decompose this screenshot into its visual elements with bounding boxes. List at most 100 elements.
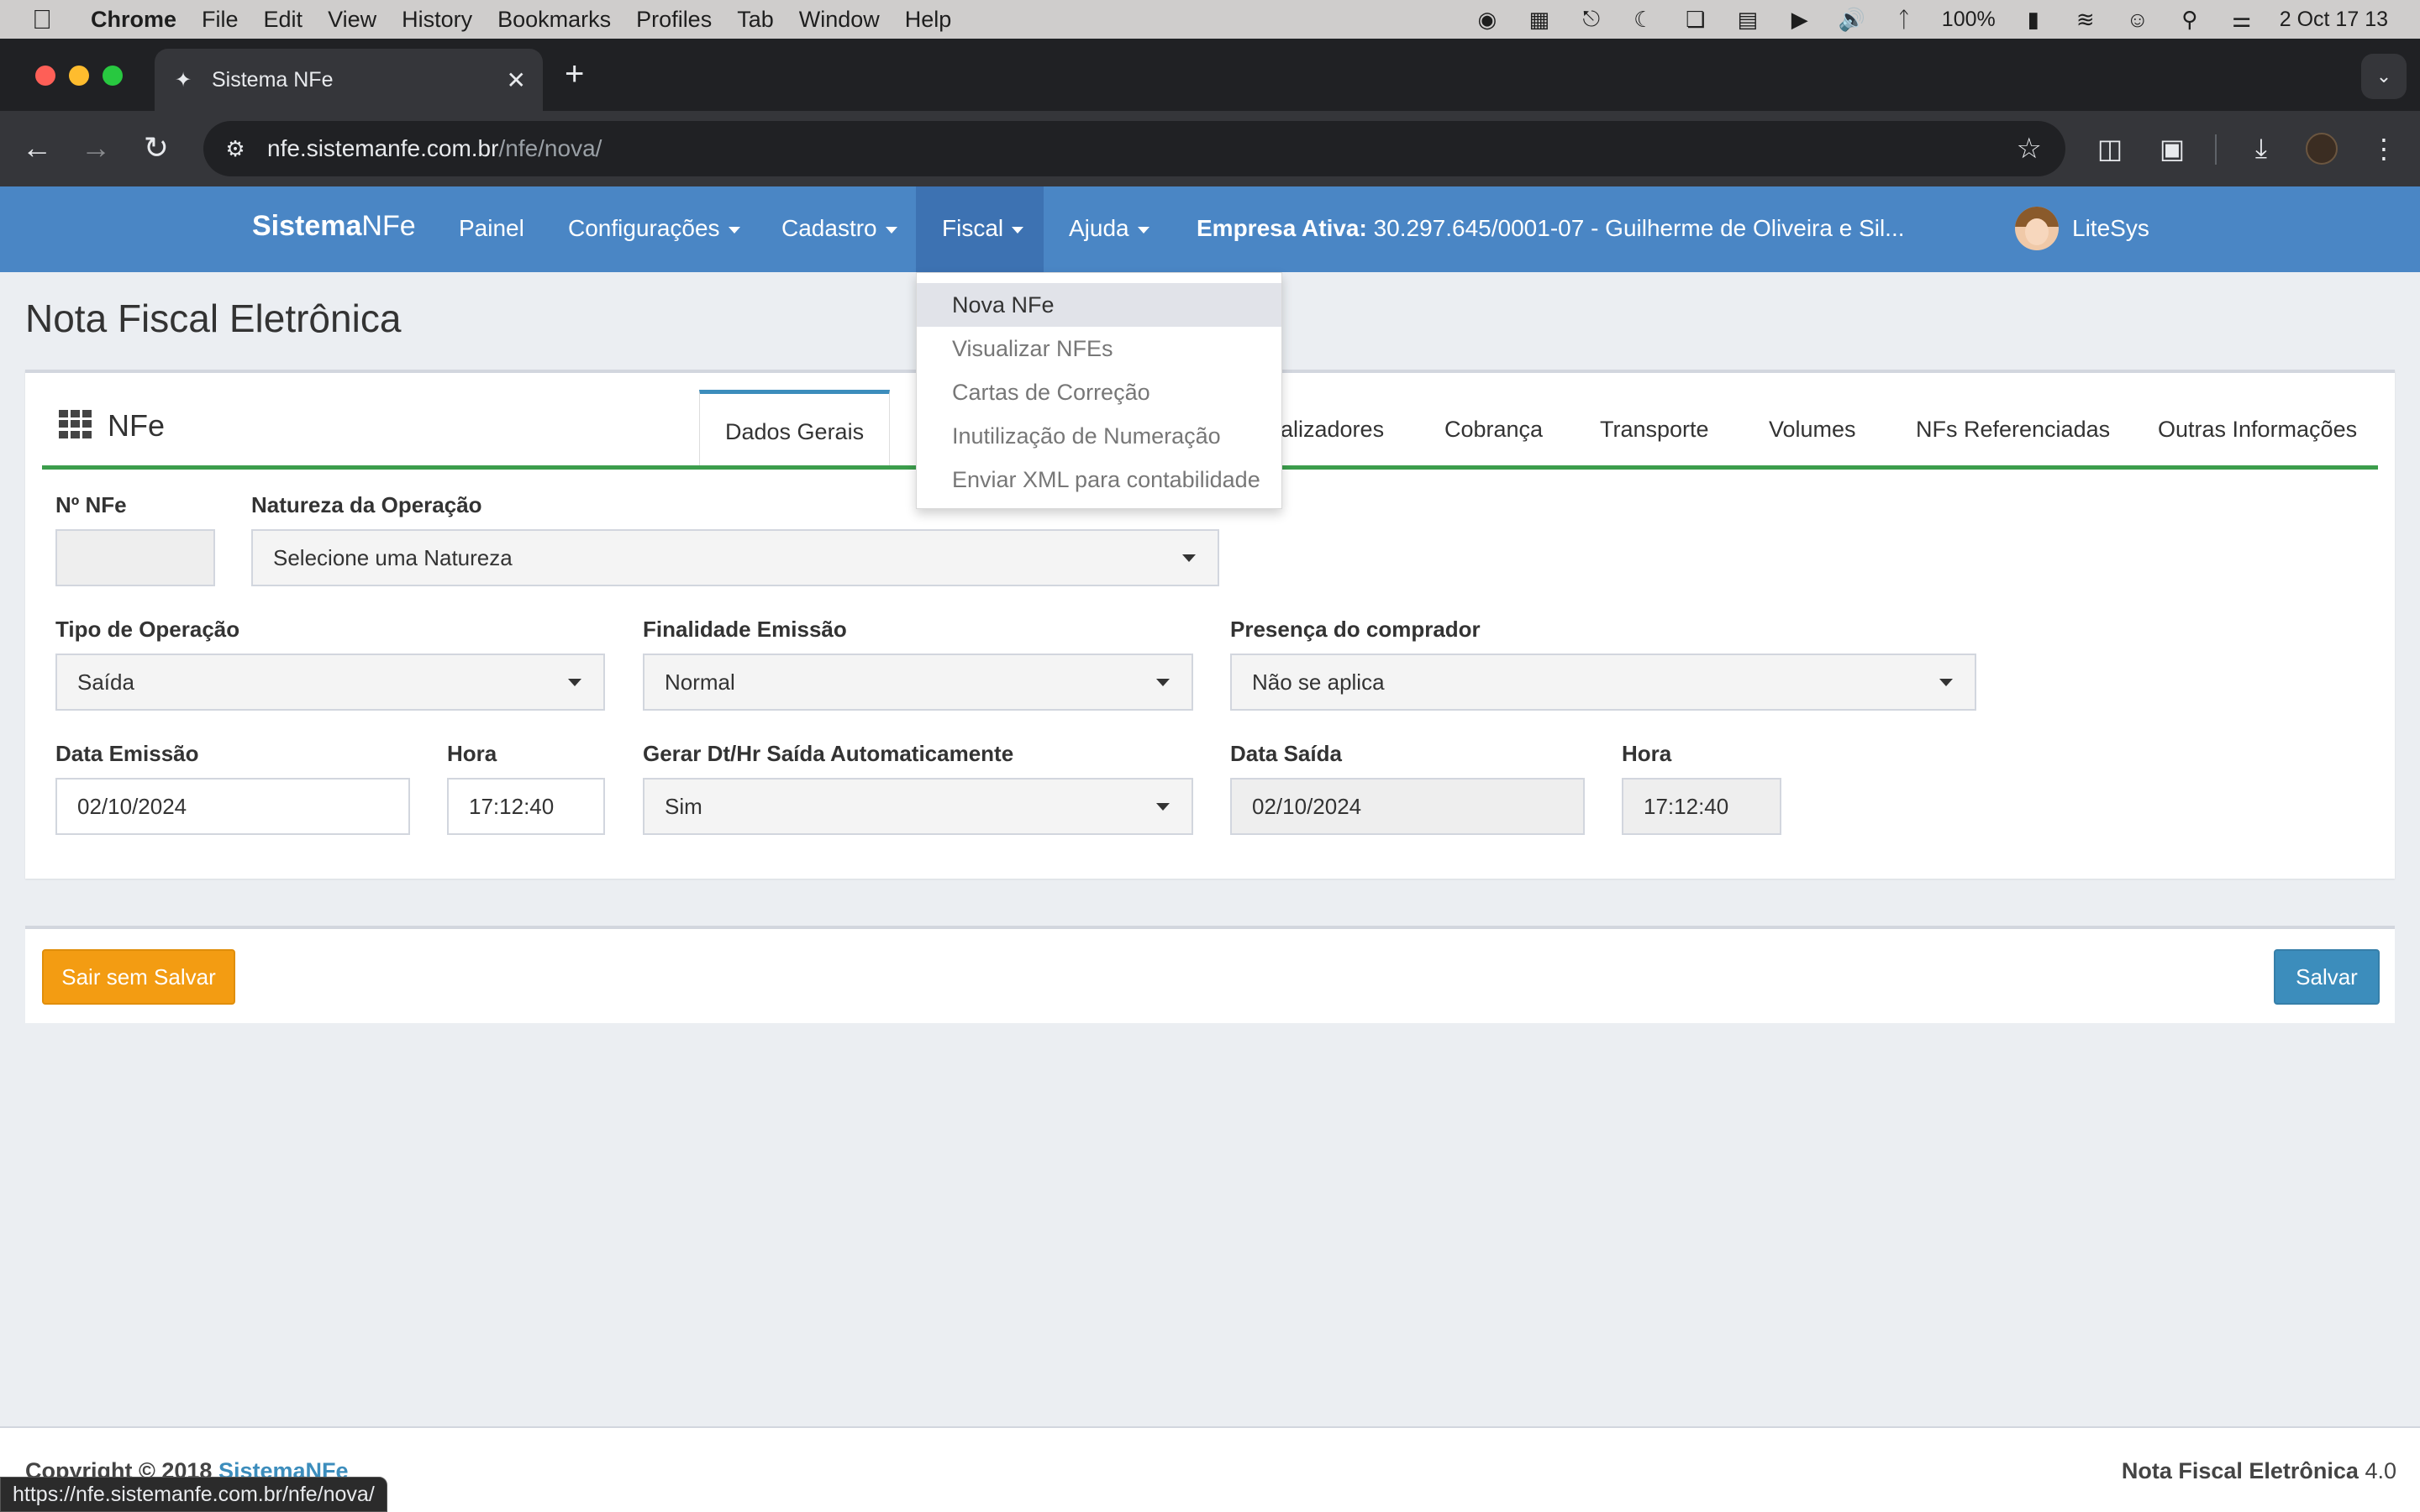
gerar-auto-label: Gerar Dt/Hr Saída Automaticamente	[643, 741, 1014, 766]
save-button[interactable]: Salvar	[2274, 949, 2380, 1005]
menu-tab[interactable]: Tab	[737, 7, 774, 33]
translate-icon[interactable]: ◫	[2091, 129, 2129, 168]
bookmark-star-icon[interactable]: ☆	[2017, 132, 2042, 165]
url-host: nfe.sistemanfe.com.br	[267, 135, 499, 161]
tab-close-icon[interactable]: ✕	[507, 66, 526, 94]
menu-history[interactable]: History	[402, 7, 472, 33]
nav-fiscal[interactable]: Fiscal	[942, 215, 1024, 242]
reload-icon[interactable]: ↻	[134, 126, 178, 170]
data-emissao-input[interactable]: 02/10/2024	[55, 778, 410, 835]
avatar[interactable]	[2015, 207, 2059, 250]
product-version: Nota Fiscal Eletrônica 4.0	[2121, 1458, 2396, 1483]
browser-tab[interactable]: ✦ Sistema NFe ✕	[155, 49, 543, 111]
natureza-label: Natureza da Operação	[251, 492, 482, 517]
url-path: /nfe/nova/	[498, 135, 602, 161]
link-status-bar: https://nfe.sistemanfe.com.br/nfe/nova/	[0, 1477, 387, 1512]
natureza-select[interactable]: Selecione uma Natureza	[251, 529, 1219, 586]
app-navbar: SistemaNFe Painel Configurações Cadastro…	[0, 186, 2420, 272]
grid-icon	[59, 410, 92, 438]
browser-toolbar: ← → ↻ ⚙ nfe.sistemanfe.com.br/nfe/nova/ …	[0, 111, 2420, 186]
data-saida-input[interactable]: 02/10/2024	[1230, 778, 1585, 835]
close-window-button[interactable]	[35, 66, 55, 86]
menu-item-visualizar-nfes[interactable]: Visualizar NFEs	[917, 327, 1281, 370]
caret-down-icon	[1156, 803, 1170, 811]
nav-ajuda[interactable]: Ajuda	[1069, 215, 1150, 242]
active-company: Empresa Ativa: 30.297.645/0001-07 - Guil…	[1197, 215, 1905, 241]
moon-icon[interactable]: ☾	[1629, 7, 1658, 32]
brand-logo[interactable]: SistemaNFe	[252, 210, 416, 243]
chrome-menu-icon[interactable]: ⋮	[2365, 129, 2403, 168]
lock-icon[interactable]: ⎋	[1577, 6, 1606, 31]
gerar-auto-select[interactable]: Sim	[643, 778, 1193, 835]
windows-icon[interactable]: ❏	[1681, 7, 1710, 32]
page-title: Nota Fiscal Eletrônica	[25, 297, 402, 340]
menu-chrome[interactable]: Chrome	[91, 7, 176, 33]
menu-item-nova-nfe[interactable]: Nova NFe	[917, 283, 1281, 327]
spotlight-search-icon[interactable]: ⚲	[2175, 7, 2204, 32]
gerar-auto-value: Sim	[665, 793, 702, 819]
tab-search-icon[interactable]: ⌄	[2361, 54, 2407, 99]
toolbar-divider	[2215, 134, 2217, 165]
profile-avatar[interactable]	[2302, 129, 2341, 168]
caret-down-icon	[1156, 679, 1170, 686]
bluetooth-icon[interactable]: ᛏ	[1890, 7, 1918, 32]
tab-outras-informacoes[interactable]: Outras Informações	[2158, 417, 2357, 443]
menu-file[interactable]: File	[202, 7, 239, 33]
caret-down-icon	[568, 679, 581, 686]
menu-edit[interactable]: Edit	[264, 7, 303, 33]
site-info-icon[interactable]: ⚙	[220, 136, 250, 162]
display-icon[interactable]: ▤	[1733, 7, 1762, 32]
panel-title: NFe	[108, 408, 166, 443]
menu-view[interactable]: View	[328, 7, 376, 33]
tab-nfs-referenciadas[interactable]: NFs Referenciadas	[1916, 417, 2110, 443]
zoom-window-button[interactable]	[103, 66, 123, 86]
new-tab-icon[interactable]: +	[565, 55, 584, 93]
user-icon[interactable]: ☺	[2123, 7, 2152, 32]
download-icon[interactable]: ⤓	[2242, 129, 2281, 168]
menu-item-inutilizacao[interactable]: Inutilização de Numeração	[917, 414, 1281, 458]
tipo-operacao-select[interactable]: Saída	[55, 654, 605, 711]
caret-down-icon	[1137, 226, 1150, 234]
tab-transporte[interactable]: Transporte	[1600, 417, 1709, 443]
hora-emissao-input[interactable]: 17:12:40	[447, 778, 605, 835]
browser-tab-strip: ✦ Sistema NFe ✕ + ⌄	[0, 39, 2420, 111]
grammarly-icon[interactable]: ◉	[1473, 7, 1502, 32]
apple-icon[interactable]: 	[32, 4, 66, 35]
forward-icon[interactable]: →	[74, 126, 118, 170]
nav-cadastro[interactable]: Cadastro	[781, 215, 897, 242]
tab-totalizadores[interactable]: alizadores	[1281, 417, 1384, 443]
address-bar[interactable]: ⚙ nfe.sistemanfe.com.br/nfe/nova/ ☆	[203, 121, 2065, 176]
presenca-label: Presença do comprador	[1230, 617, 1481, 642]
menu-help[interactable]: Help	[905, 7, 952, 33]
clock[interactable]: 2 Oct 17 13	[2280, 8, 2388, 32]
wifi-icon[interactable]: ≋	[2071, 7, 2100, 32]
exit-without-saving-button[interactable]: Sair sem Salvar	[42, 949, 235, 1005]
play-icon[interactable]: ▶	[1786, 7, 1814, 32]
nav-configuracoes[interactable]: Configurações	[568, 215, 740, 242]
presenca-select[interactable]: Não se aplica	[1230, 654, 1976, 711]
hora-saida-input[interactable]: 17:12:40	[1622, 778, 1781, 835]
menu-item-enviar-xml[interactable]: Enviar XML para contabilidade	[917, 458, 1281, 501]
finalidade-label: Finalidade Emissão	[643, 617, 847, 642]
data-emissao-label: Data Emissão	[55, 741, 199, 766]
control-center-icon[interactable]: ⚌	[2228, 7, 2256, 32]
volume-icon[interactable]: 🔊	[1838, 7, 1866, 32]
back-icon[interactable]: ←	[15, 126, 59, 170]
menu-window[interactable]: Window	[799, 7, 880, 33]
minimize-window-button[interactable]	[69, 66, 89, 86]
nav-painel[interactable]: Painel	[459, 215, 524, 242]
numero-label: Nº NFe	[55, 492, 127, 517]
tab-title: Sistema NFe	[212, 67, 334, 92]
user-name[interactable]: LiteSys	[2072, 215, 2149, 242]
tab-volumes[interactable]: Volumes	[1769, 417, 1856, 443]
numero-field[interactable]	[55, 529, 215, 586]
menu-item-cartas-correcao[interactable]: Cartas de Correção	[917, 370, 1281, 414]
tab-dados-gerais[interactable]: Dados Gerais	[699, 390, 891, 465]
menu-profiles[interactable]: Profiles	[636, 7, 712, 33]
menu-bookmarks[interactable]: Bookmarks	[497, 7, 611, 33]
vpn-icon[interactable]: ▦	[1525, 7, 1554, 32]
extensions-icon[interactable]: ▣	[2153, 129, 2191, 168]
tab-cobranca[interactable]: Cobrança	[1444, 417, 1543, 443]
finalidade-select[interactable]: Normal	[643, 654, 1193, 711]
battery-icon[interactable]: ▮	[2019, 7, 2048, 32]
